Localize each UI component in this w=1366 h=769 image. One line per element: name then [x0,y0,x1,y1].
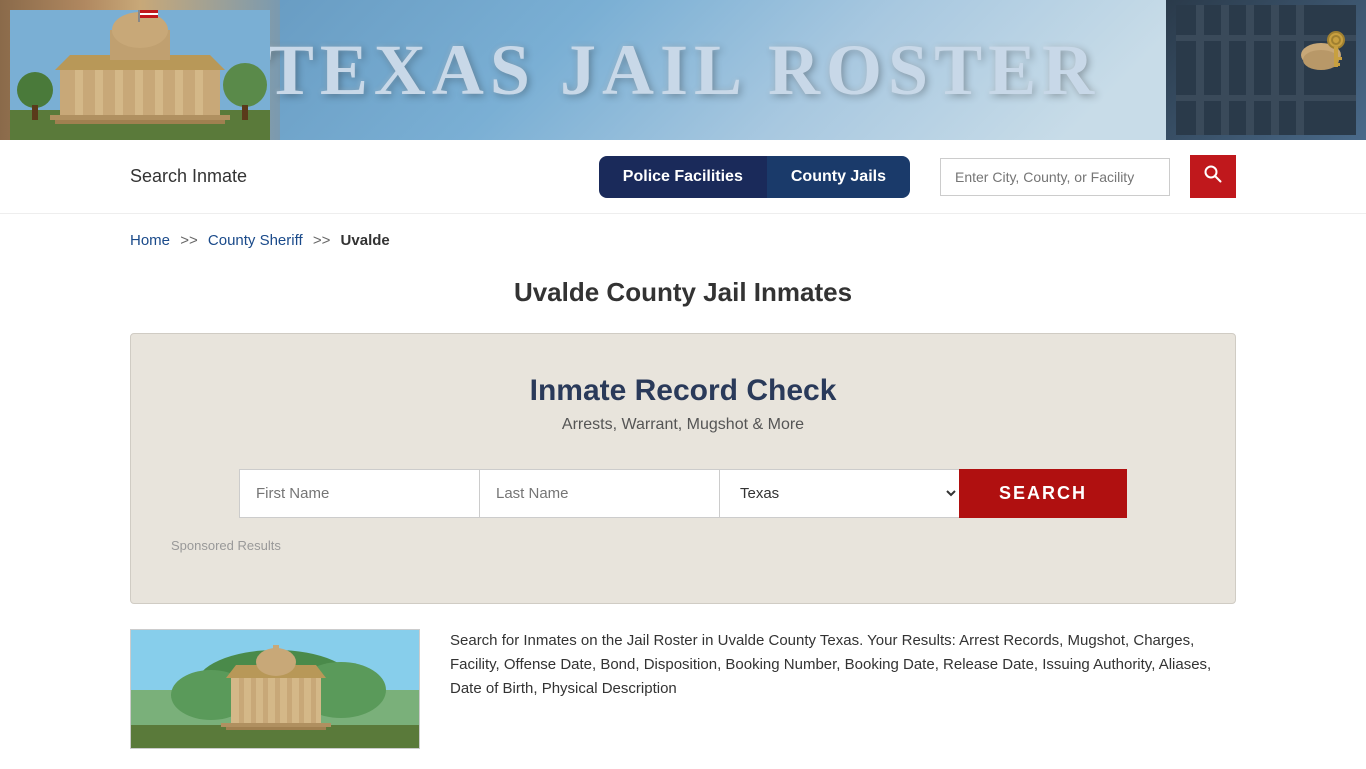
bottom-description: Search for Inmates on the Jail Roster in… [450,629,1236,701]
bottom-building-image [130,629,420,749]
breadcrumb-home[interactable]: Home [130,232,170,249]
main-container: Inmate Record Check Arrests, Warrant, Mu… [0,333,1366,604]
record-search-button[interactable]: SEARCH [959,469,1127,518]
record-search-form: AlabamaAlaskaArizonaArkansasCaliforniaCo… [171,469,1195,518]
navbar: Search Inmate Police Facilities County J… [0,140,1366,214]
page-title: Uvalde County Jail Inmates [0,277,1366,308]
search-inmate-label: Search Inmate [130,166,579,187]
nav-tabs: Police Facilities County Jails [599,156,910,198]
last-name-input[interactable] [479,469,719,518]
sponsored-results-label: Sponsored Results [171,538,1195,553]
record-check-title: Inmate Record Check [171,374,1195,408]
breadcrumb-sep-1: >> [180,232,198,249]
tab-police-facilities[interactable]: Police Facilities [599,156,767,198]
breadcrumb: Home >> County Sheriff >> Uvalde [0,214,1366,267]
banner-title: Texas Jail Roster [266,29,1100,112]
record-check-subtitle: Arrests, Warrant, Mugshot & More [171,416,1195,434]
search-facility-input[interactable] [940,158,1170,196]
search-icon [1204,165,1222,183]
search-facility-button[interactable] [1190,155,1236,198]
keys-image [1166,0,1366,140]
capitol-image [10,10,270,140]
bottom-section: Search for Inmates on the Jail Roster in… [0,604,1366,769]
breadcrumb-current: Uvalde [341,232,390,249]
breadcrumb-sep-2: >> [313,232,331,249]
state-select[interactable]: AlabamaAlaskaArizonaArkansasCaliforniaCo… [719,469,959,518]
page-title-section: Uvalde County Jail Inmates [0,267,1366,333]
breadcrumb-county-sheriff[interactable]: County Sheriff [208,232,303,249]
tab-county-jails[interactable]: County Jails [767,156,910,198]
header-banner: Texas Jail Roster [0,0,1366,140]
record-check-box: Inmate Record Check Arrests, Warrant, Mu… [130,333,1236,604]
first-name-input[interactable] [239,469,479,518]
